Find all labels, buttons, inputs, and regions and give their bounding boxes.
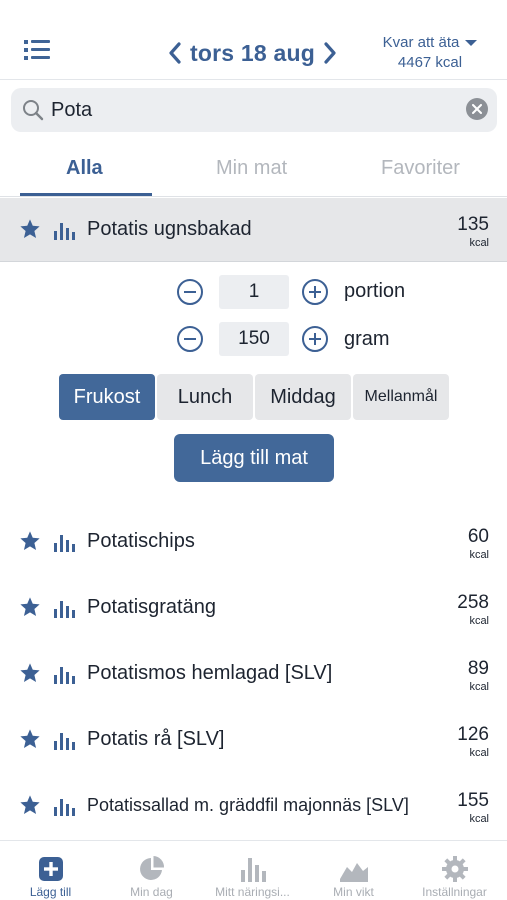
favorite-star-icon[interactable]	[19, 728, 41, 750]
list-item[interactable]: Potatissallad m. gräddfil majonnäs [SLV]…	[0, 772, 507, 838]
portion-quantity-input[interactable]: 1	[219, 275, 289, 309]
next-day-chevron-icon[interactable]	[320, 39, 340, 67]
plus-square-icon	[39, 857, 63, 881]
decrease-portion-minus-icon[interactable]	[176, 278, 204, 306]
favorite-star-icon[interactable]	[19, 530, 41, 552]
food-name: Potatischips	[87, 530, 195, 552]
add-food-button[interactable]: Lägg till mat	[174, 434, 334, 482]
list-item[interactable]: Potatisgratäng 258 kcal	[0, 574, 507, 640]
list-item[interactable]: Potatis rå [SLV] 126 kcal	[0, 706, 507, 772]
bottom-tab-bar: Lägg till Min dag Mitt näringsi... Min v…	[0, 840, 507, 900]
favorite-star-icon[interactable]	[19, 596, 41, 618]
top-bar: tors 18 aug Kvar att äta 4467 kcal	[0, 0, 507, 80]
nav-label: Lägg till	[29, 885, 72, 899]
favorite-star-icon[interactable]	[19, 218, 41, 240]
favorite-star-icon[interactable]	[19, 662, 41, 684]
food-name: Potatissallad m. gräddfil majonnäs [SLV]	[87, 795, 409, 815]
food-item-selected[interactable]: Potatis ugnsbakad 135 kcal	[0, 198, 507, 262]
food-name: Potatis rå [SLV]	[87, 728, 225, 750]
remaining-label: Kvar att äta	[382, 34, 460, 51]
nav-settings[interactable]: Inställningar	[404, 841, 505, 900]
gram-unit-label: gram	[344, 328, 390, 350]
bar-chart-icon	[241, 858, 266, 882]
decrease-gram-minus-icon[interactable]	[176, 325, 204, 353]
previous-day-chevron-icon[interactable]	[165, 39, 185, 67]
remaining-calories-dropdown[interactable]: Kvar att äta 4467 kcal	[372, 34, 488, 71]
kcal-unit: kcal	[469, 681, 489, 693]
kcal-value: 89	[467, 658, 489, 679]
pie-chart-icon	[140, 856, 165, 880]
nutrition-bars-icon[interactable]	[53, 598, 75, 618]
nutrition-bars-icon[interactable]	[53, 664, 75, 684]
nav-label: Min dag	[130, 885, 173, 899]
filter-tabs: Alla Min mat Favoriter	[0, 143, 507, 197]
nav-weight[interactable]: Min vikt	[303, 841, 404, 900]
nutrition-bars-icon[interactable]	[53, 532, 75, 552]
food-name: Potatisgratäng	[87, 596, 216, 618]
increase-gram-plus-icon[interactable]	[301, 325, 329, 353]
search-input[interactable]	[51, 96, 451, 124]
nav-my-day[interactable]: Min dag	[101, 841, 202, 900]
kcal-unit: kcal	[469, 237, 489, 249]
tab-min-mat[interactable]: Min mat	[216, 157, 287, 180]
kcal-unit: kcal	[469, 549, 489, 561]
remaining-value: 4467 kcal	[397, 54, 463, 71]
gram-quantity-input[interactable]: 150	[219, 322, 289, 356]
nutrition-bars-icon[interactable]	[53, 796, 75, 816]
kcal-unit: kcal	[469, 747, 489, 759]
food-name: Potatismos hemlagad [SLV]	[87, 662, 333, 684]
current-date[interactable]: tors 18 aug	[190, 40, 315, 67]
nav-add[interactable]: Lägg till	[0, 841, 101, 900]
mountain-icon	[340, 863, 368, 882]
favorite-star-icon[interactable]	[19, 794, 41, 816]
portion-unit-label: portion	[344, 280, 406, 302]
nutrition-bars-icon[interactable]	[53, 730, 75, 750]
increase-portion-plus-icon[interactable]	[301, 278, 329, 306]
kcal-unit: kcal	[469, 813, 489, 825]
tab-favoriter[interactable]: Favoriter	[381, 157, 460, 180]
food-name: Potatis ugnsbakad	[87, 218, 252, 240]
date-navigator: tors 18 aug	[165, 36, 340, 70]
search-icon	[23, 100, 44, 121]
active-tab-indicator	[20, 193, 152, 196]
meal-option-frukost[interactable]: Frukost	[59, 374, 155, 420]
menu-list-icon[interactable]	[24, 40, 52, 62]
search-bar	[11, 88, 497, 132]
kcal-value: 126	[457, 724, 489, 745]
clear-search-icon[interactable]	[466, 98, 488, 120]
kcal-value: 60	[467, 526, 489, 547]
kcal-value: 258	[457, 592, 489, 613]
list-item[interactable]: Potatismos hemlagad [SLV] 89 kcal	[0, 640, 507, 706]
nav-label: Inställningar	[422, 885, 487, 899]
nav-label: Mitt näringsi...	[215, 885, 290, 899]
kcal-value: 155	[457, 790, 489, 811]
kcal-unit: kcal	[469, 615, 489, 627]
nav-label: Min vikt	[333, 885, 374, 899]
list-item[interactable]: Potatischips 60 kcal	[0, 508, 507, 574]
meal-option-lunch[interactable]: Lunch	[157, 374, 253, 420]
caret-down-icon	[465, 39, 478, 46]
nav-nutrition[interactable]: Mitt näringsi...	[202, 841, 303, 900]
gear-icon	[442, 856, 468, 882]
tab-alla[interactable]: Alla	[66, 157, 103, 180]
nutrition-bars-icon[interactable]	[53, 220, 75, 240]
meal-option-middag[interactable]: Middag	[255, 374, 351, 420]
kcal-value: 135	[457, 214, 489, 235]
meal-option-mellanmal[interactable]: Mellanmål	[353, 374, 449, 420]
